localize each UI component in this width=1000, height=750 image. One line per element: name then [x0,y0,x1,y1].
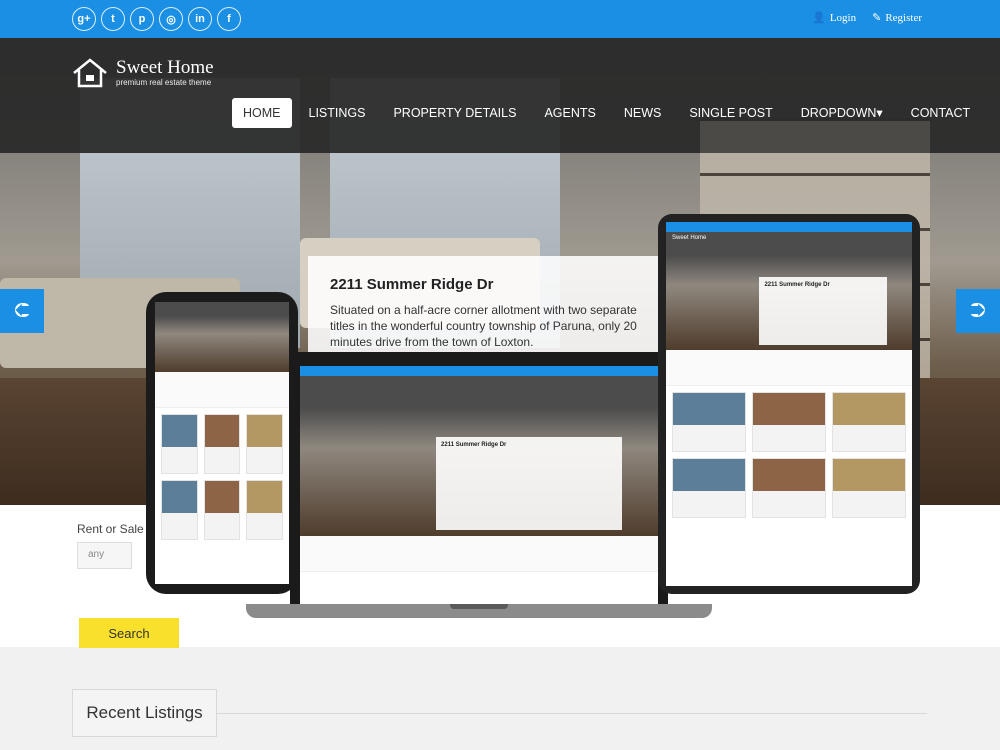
tablet-listing-card [832,392,906,452]
tablet-listing-grid [666,386,912,524]
tablet-screen-form [666,350,912,386]
brand-title: Sweet Home [116,57,214,78]
brand-text: Sweet Home premium real estate theme [116,58,214,88]
social-links: g+ t p ◎ in f [72,7,241,31]
phone-listing-card [203,480,241,540]
nav-news[interactable]: NEWS [613,98,673,128]
phone-listing-card [246,414,283,474]
laptop-screen-topbar [300,366,658,376]
brand-subtitle: premium real estate theme [116,78,212,87]
twitter-icon[interactable]: t [101,7,125,31]
tablet-listing-card [752,392,826,452]
linkedin-icon[interactable]: in [188,7,212,31]
phone-listing-card [246,480,283,540]
rent-or-sale-value: any [88,549,105,560]
nav-agents[interactable]: AGENTS [533,98,606,128]
tablet-mockup: Sweet Home 2211 Summer Ridge Dr [658,214,920,594]
recent-listings-heading: Recent Listings [72,689,217,737]
phone-mockup [146,292,298,594]
rent-or-sale-label: Rent or Sale [77,522,144,536]
tablet-screen: Sweet Home 2211 Summer Ridge Dr [666,222,912,586]
login-label: Login [829,11,857,24]
nav-listings[interactable]: LISTINGS [298,98,377,128]
slider-prev-button[interactable]: ⮈ [0,289,44,333]
top-bar: g+ t p ◎ in f 👤 Login ✎ Register [0,0,1000,38]
laptop-screen-form [300,536,658,572]
phone-screen [155,302,289,584]
auth-links: 👤 Login ✎ Register [812,11,922,25]
arrow-right-icon: ⮊ [970,299,986,322]
pinterest-icon[interactable]: p [130,7,154,31]
tablet-listing-card [672,458,746,518]
nav-single-post[interactable]: SINGLE POST [678,98,783,128]
tablet-listing-card [672,392,746,452]
nav-dropdown[interactable]: DROPDOWN▾ [790,97,894,128]
phone-screen-form [155,372,289,408]
register-label: Register [885,11,922,24]
tablet-screen-topbar [666,222,912,232]
user-icon: 👤 [812,12,826,24]
phone-listing-card [203,414,241,474]
laptop-screen-hero: 2211 Summer Ridge Dr [300,376,658,536]
house-icon [73,58,107,88]
main-nav: HOME LISTINGS PROPERTY DETAILS AGENTS NE… [232,97,987,128]
laptop-mockup: 2211 Summer Ridge Dr [290,352,668,604]
facebook-icon[interactable]: f [217,7,241,31]
nav-property-details[interactable]: PROPERTY DETAILS [382,98,527,128]
section-divider [217,713,927,714]
tablet-brand: Sweet Home [672,235,707,241]
nav-home[interactable]: HOME [232,97,292,128]
tablet-caption-title: 2211 Summer Ridge Dr [764,281,830,288]
rent-or-sale-select[interactable]: any [77,542,132,569]
search-button[interactable]: Search [79,618,179,648]
dribbble-icon[interactable]: ◎ [159,7,183,31]
laptop-caption-title: 2211 Summer Ridge Dr [441,441,507,448]
laptop-notch [450,604,508,609]
google-plus-icon[interactable]: g+ [72,7,96,31]
tablet-screen-hero: Sweet Home 2211 Summer Ridge Dr [666,232,912,350]
nav-contact[interactable]: CONTACT [900,98,982,128]
register-link[interactable]: ✎ Register [872,11,922,25]
slide-title: 2211 Summer Ridge Dr [330,276,494,293]
tablet-screen-caption: 2211 Summer Ridge Dr [759,276,888,346]
slider-next-button[interactable]: ⮊ [956,289,1000,333]
header-overlay [0,38,1000,153]
phone-listing-card [161,414,198,474]
pencil-icon: ✎ [872,12,882,24]
tablet-listing-card [832,458,906,518]
phone-listing-card [161,480,198,540]
arrow-left-icon: ⮈ [14,299,30,322]
brand-logo[interactable]: Sweet Home premium real estate theme [72,58,214,88]
tablet-listing-card [752,458,826,518]
laptop-screen-caption: 2211 Summer Ridge Dr [436,436,623,530]
login-link[interactable]: 👤 Login [812,11,857,25]
slide-text: Situated on a half-acre corner allotment… [330,303,637,349]
laptop-screen: 2211 Summer Ridge Dr [300,366,658,604]
phone-screen-hero [155,302,289,372]
slide-caption: 2211 Summer Ridge Dr Situated on a half-… [308,256,668,356]
phone-listing-grid [155,408,289,546]
